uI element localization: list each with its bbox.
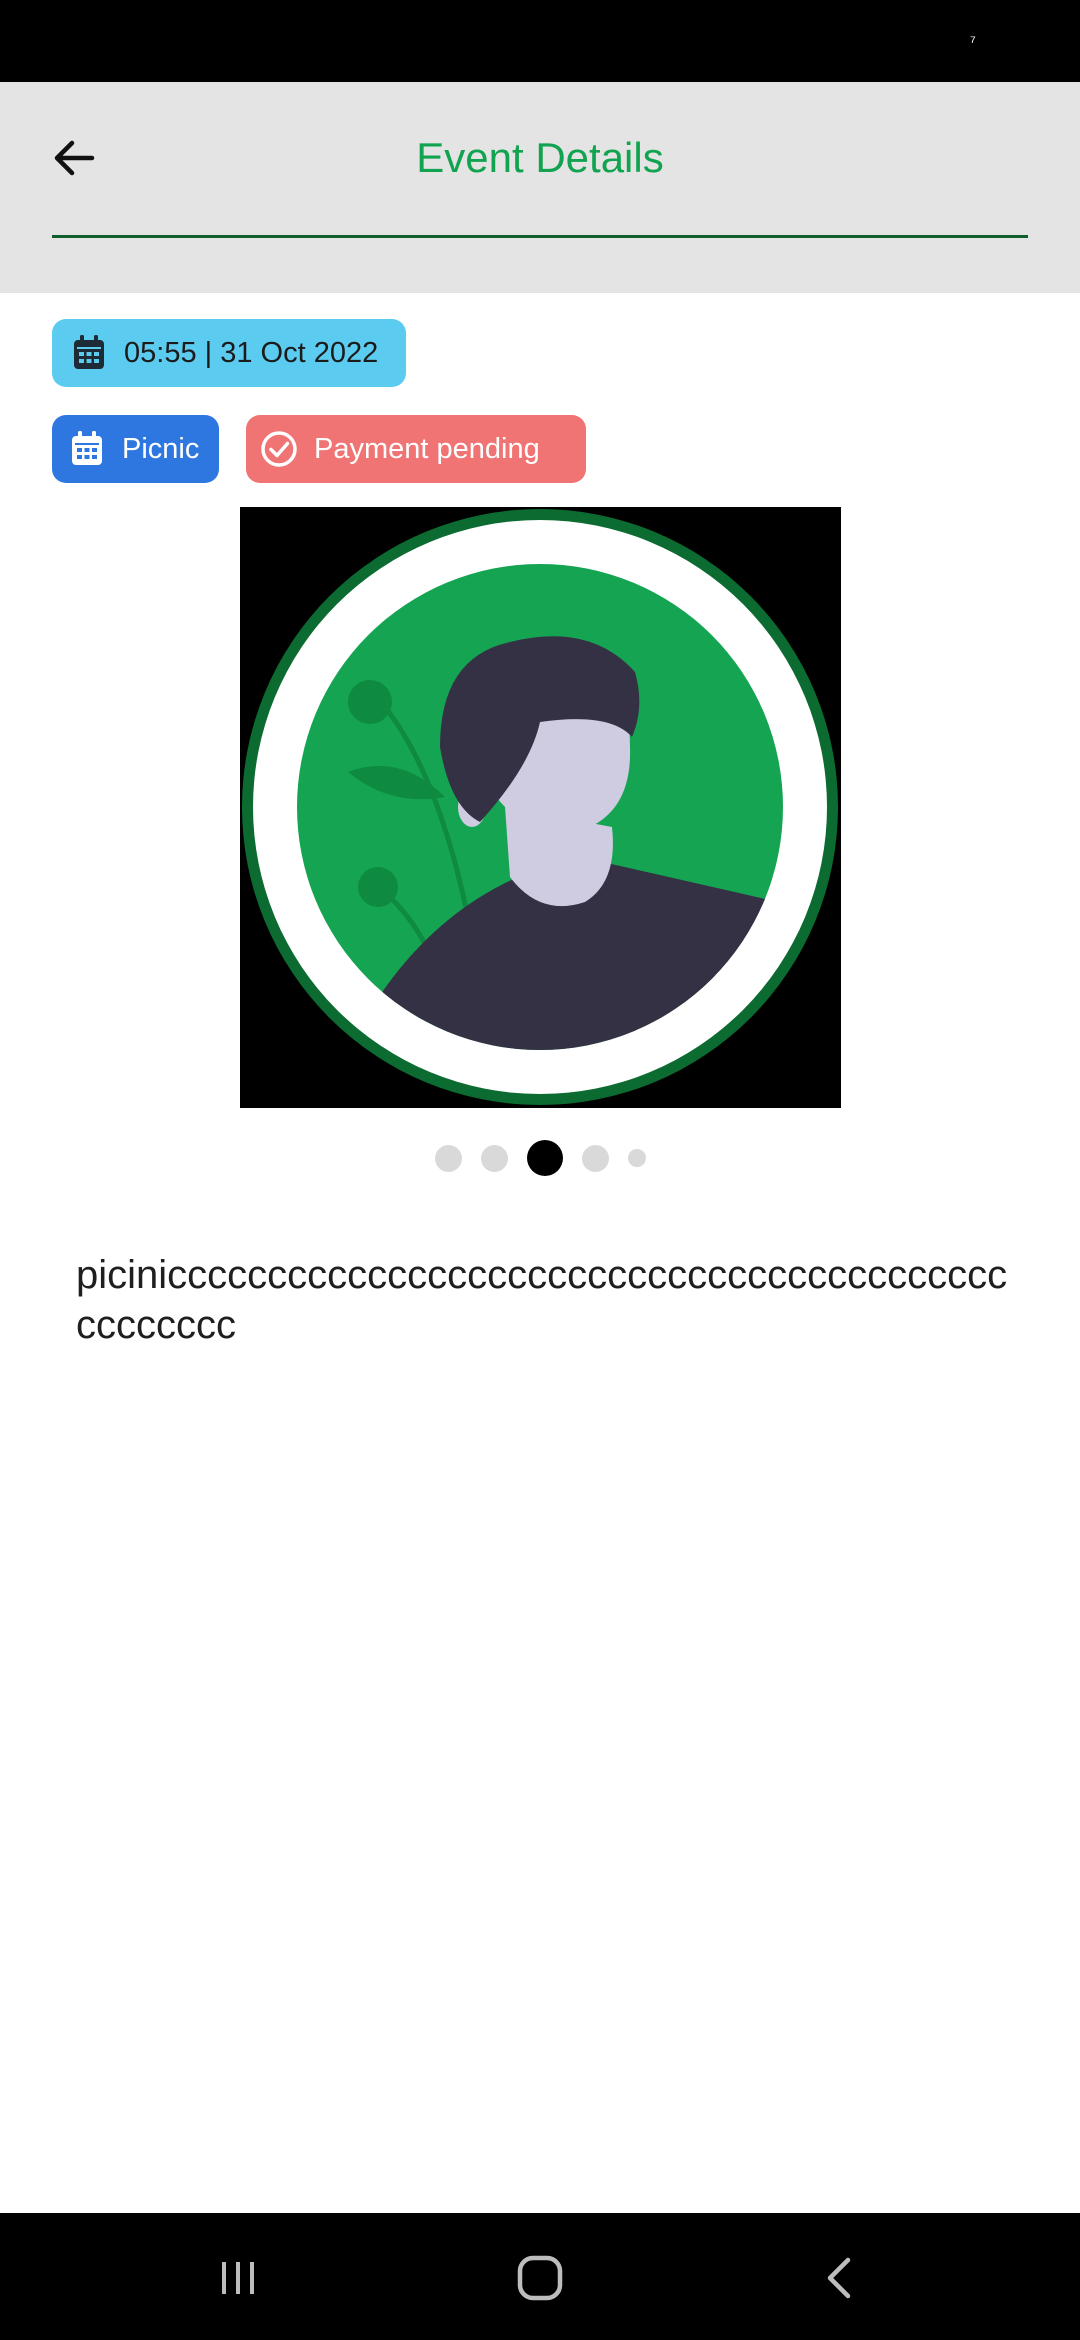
check-circle-icon bbox=[260, 430, 298, 468]
event-category: Picnic bbox=[122, 432, 200, 465]
home-icon bbox=[517, 2255, 563, 2301]
calendar-icon bbox=[70, 334, 108, 372]
payment-status-chip: Payment pending bbox=[246, 415, 586, 483]
page-title: Event Details bbox=[416, 134, 664, 181]
carousel-dot[interactable] bbox=[434, 1144, 462, 1172]
recent-apps-icon bbox=[222, 2262, 254, 2294]
event-datetime: 05:55 | 31 Oct 2022 bbox=[124, 336, 379, 369]
recent-apps-button[interactable] bbox=[188, 2233, 288, 2323]
home-button[interactable] bbox=[490, 2233, 590, 2323]
payment-status: Payment pending bbox=[314, 432, 540, 465]
carousel-dot[interactable] bbox=[627, 1149, 646, 1167]
event-image[interactable] bbox=[240, 507, 841, 1108]
header-divider bbox=[52, 235, 1028, 238]
carousel-indicator bbox=[0, 1140, 1080, 1176]
event-category-chip: Picnic bbox=[52, 415, 219, 483]
avatar-illustration bbox=[242, 509, 838, 1105]
event-datetime-chip: 05:55 | 31 Oct 2022 bbox=[52, 319, 406, 387]
event-description: picinicccccccccccccccccccccccccccccccccc… bbox=[76, 1253, 1008, 1347]
status-indicator: ⁷ bbox=[970, 34, 976, 51]
status-bar: ⁷ bbox=[0, 0, 1080, 82]
carousel-dot[interactable] bbox=[480, 1144, 508, 1172]
back-nav-icon bbox=[827, 2257, 851, 2299]
calendar-icon bbox=[68, 430, 106, 468]
back-nav-button[interactable] bbox=[792, 2233, 892, 2323]
carousel-dot[interactable] bbox=[581, 1144, 609, 1172]
app-header: Event Details bbox=[0, 82, 1080, 293]
system-navigation-bar bbox=[0, 2213, 1080, 2340]
carousel-dot-active[interactable] bbox=[526, 1140, 563, 1176]
